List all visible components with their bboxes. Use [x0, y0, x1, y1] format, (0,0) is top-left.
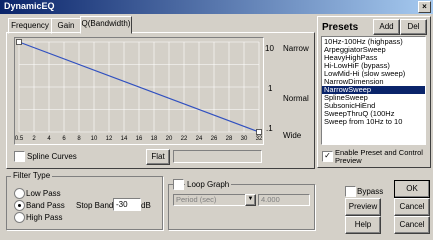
bypass-label: Bypass [357, 187, 384, 196]
x-tick-label: 4 [47, 136, 51, 142]
spline-curves-label: Spline Curves [27, 152, 77, 161]
high-pass-radio[interactable] [14, 212, 25, 223]
x-tick-label: 30 [241, 136, 248, 142]
x-tick-label: 24 [196, 136, 203, 142]
high-pass-label: High Pass [26, 213, 63, 222]
preview-button[interactable]: Preview [345, 198, 381, 216]
label-narrow: Narrow [283, 44, 309, 53]
label-normal: Normal [283, 94, 309, 103]
bypass-checkbox[interactable] [345, 186, 356, 197]
stop-band-unit: dB [141, 201, 151, 210]
period-dropdown-icon[interactable]: ▼ [245, 194, 256, 206]
preset-item[interactable]: Sweep from 10Hz to 10 [322, 118, 425, 126]
x-tick-label: 6 [62, 136, 66, 142]
loop-graph-checkbox[interactable] [173, 179, 184, 190]
graph-canvas[interactable]: 0.5 2 4 6 8 10 12 14 16 18 20 22 24 26 28 30 32 [15, 38, 263, 144]
x-tick-label: 0.5 [15, 136, 24, 142]
period-value-field[interactable]: 4.000 [258, 194, 310, 206]
flat-button[interactable]: Flat [146, 149, 170, 165]
x-tick-label: 16 [136, 136, 143, 142]
low-pass-label: Low Pass [26, 189, 61, 198]
stop-band-label: Stop Band [76, 201, 114, 210]
cancel-secondary-button[interactable]: Cancel [394, 216, 430, 234]
add-preset-button[interactable]: Add [373, 19, 400, 35]
filter-type-label: Filter Type [11, 171, 53, 180]
label-wide: Wide [283, 131, 302, 140]
loop-graph-label: Loop Graph [185, 180, 232, 189]
enable-preset-checkbox[interactable]: ✓ [322, 151, 333, 162]
y-tick-1: 1 [268, 84, 273, 93]
x-tick-label: 2 [32, 136, 36, 142]
band-pass-label: Band Pass [26, 201, 65, 210]
presets-list[interactable]: 10Hz-100Hz (highpass) ArpeggiatorSweep Hea… [321, 36, 426, 145]
x-tick-label: 8 [77, 136, 81, 142]
title-bar: DynamicEQ × [0, 0, 433, 14]
enable-preset-label: Enable Preset and Control Preview [335, 148, 423, 165]
ok-button[interactable]: OK [394, 180, 430, 198]
help-button[interactable]: Help [345, 216, 381, 234]
stop-band-input[interactable]: -30 [113, 198, 141, 211]
status-field [173, 150, 262, 163]
x-tick-label: 26 [211, 136, 218, 142]
low-pass-radio[interactable] [14, 188, 25, 199]
envelope-handle[interactable] [16, 39, 22, 45]
y-tick-point1: .1 [266, 124, 273, 133]
close-button[interactable]: × [418, 1, 431, 13]
x-tick-label: 22 [181, 136, 188, 142]
envelope-handle[interactable] [256, 129, 262, 135]
cancel-button[interactable]: Cancel [394, 198, 430, 216]
x-tick-label: 10 [91, 136, 98, 142]
band-pass-radio[interactable] [14, 200, 25, 211]
loop-graph-group [168, 184, 315, 230]
delete-preset-button[interactable]: Del [400, 19, 427, 35]
x-tick-label: 32 [256, 136, 263, 142]
period-select[interactable]: Period (sec) [173, 194, 247, 206]
window-title: DynamicEQ [4, 1, 55, 11]
x-tick-label: 12 [106, 136, 113, 142]
y-tick-10: 10 [265, 44, 274, 53]
presets-title: Presets [322, 22, 359, 33]
spline-curves-checkbox[interactable] [14, 151, 25, 162]
x-tick-label: 20 [166, 136, 173, 142]
envelope-graph[interactable]: 0.5 2 4 6 8 10 12 14 16 18 20 22 24 26 28 30 32 [14, 37, 264, 145]
x-tick-label: 28 [226, 136, 233, 142]
x-tick-label: 14 [121, 136, 128, 142]
x-tick-label: 18 [151, 136, 158, 142]
tab-q-bandwidth[interactable]: Q(Bandwidth) [80, 16, 132, 34]
